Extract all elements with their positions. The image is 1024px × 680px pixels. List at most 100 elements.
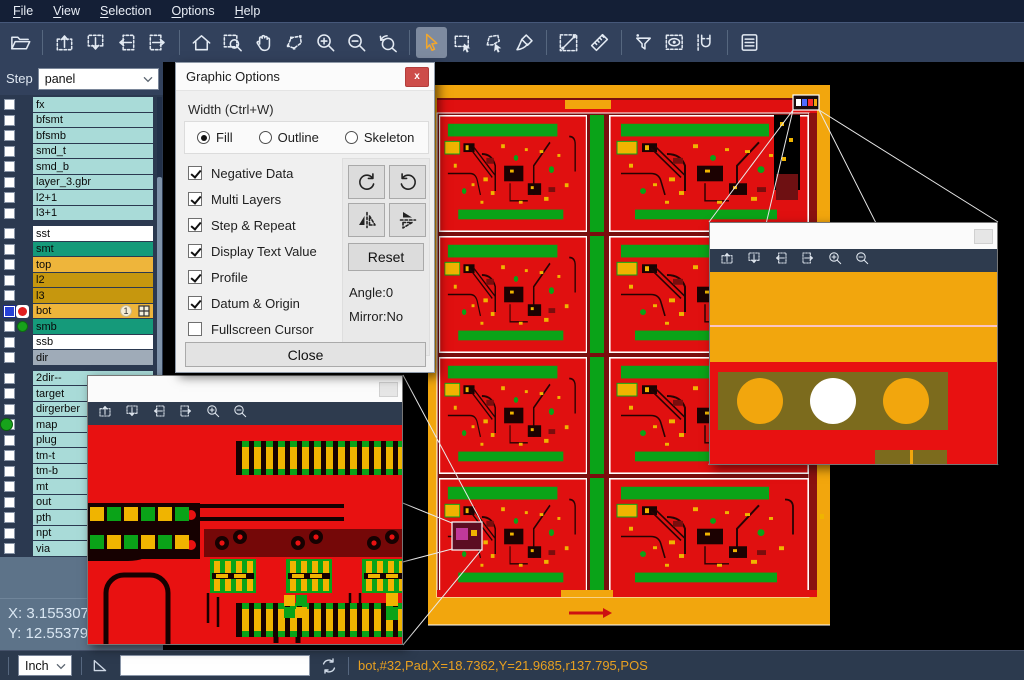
option-step-repeat[interactable]: Step & Repeat xyxy=(188,212,317,238)
layer-visibility-checkbox-l2[interactable] xyxy=(4,275,15,286)
layer-name-sst[interactable]: sst xyxy=(33,226,153,241)
toolbar-snap-button[interactable] xyxy=(690,27,721,58)
toolbar-select-rect-button[interactable] xyxy=(447,27,478,58)
layer-name-l2[interactable]: l2 xyxy=(33,273,153,288)
layer-visibility-checkbox-fx[interactable] xyxy=(4,99,15,110)
layer-visibility-checkbox-layer_3.gbr[interactable] xyxy=(4,177,15,188)
toolbar-measure-distance-button[interactable] xyxy=(553,27,584,58)
toolbar-select-polygon-button[interactable] xyxy=(478,27,509,58)
magnifier-window-left[interactable] xyxy=(87,375,403,645)
toolbar-pan-button[interactable] xyxy=(248,27,279,58)
checkbox[interactable] xyxy=(188,166,202,180)
magnifier-arrow-box-up-button[interactable] xyxy=(719,250,735,271)
layer-name-smt[interactable]: smt xyxy=(33,242,153,257)
layer-name-ssb[interactable]: ssb xyxy=(33,335,153,350)
radio-outline[interactable]: Outline xyxy=(259,130,319,145)
magnifier-arrow-box-down-button[interactable] xyxy=(746,250,762,271)
layer-visibility-checkbox-l3+1[interactable] xyxy=(4,208,15,219)
toolbar-clean-brush-button[interactable] xyxy=(509,27,540,58)
layer-name-smb[interactable]: smb xyxy=(33,319,153,334)
layer-row-smd_t[interactable]: smd_t xyxy=(0,144,163,159)
layer-visibility-checkbox-smt[interactable] xyxy=(4,244,15,255)
step-select[interactable]: panel xyxy=(38,68,159,90)
magnifier-zoom-in-button[interactable] xyxy=(205,403,221,424)
magnifier-arrow-box-up-button[interactable] xyxy=(97,403,113,424)
magnifier-title-bar[interactable] xyxy=(88,376,402,402)
checkbox[interactable] xyxy=(188,244,202,258)
layer-name-l2+1[interactable]: l2+1 xyxy=(33,190,153,205)
layer-visibility-checkbox-2dir--[interactable] xyxy=(4,373,15,384)
layer-row-smd_b[interactable]: smd_b xyxy=(0,159,163,174)
layer-visibility-checkbox-tm-t[interactable] xyxy=(4,450,15,461)
magnifier-window-right[interactable] xyxy=(709,222,998,465)
mirror-vertical-button[interactable] xyxy=(389,203,426,237)
layer-visibility-checkbox-l2+1[interactable] xyxy=(4,192,15,203)
layer-name-bfsmb[interactable]: bfsmb xyxy=(33,128,153,143)
magnifier-zoom-out-button[interactable] xyxy=(232,403,248,424)
toolbar-preview-button[interactable] xyxy=(659,27,690,58)
layer-row-bfsmt[interactable]: bfsmt xyxy=(0,113,163,128)
checkbox[interactable] xyxy=(188,322,202,336)
layer-visibility-checkbox-smb[interactable] xyxy=(4,321,15,332)
layer-visibility-checkbox-sst[interactable] xyxy=(4,228,15,239)
magnifier-arrow-box-left-button[interactable] xyxy=(151,403,167,424)
menu-help[interactable]: Help xyxy=(226,2,272,21)
checkbox[interactable] xyxy=(188,270,202,284)
layer-row-l3+1[interactable]: l3+1 xyxy=(0,206,163,221)
magnifier-arrow-box-right-button[interactable] xyxy=(178,403,194,424)
layer-name-smd_t[interactable]: smd_t xyxy=(33,144,153,159)
checkbox[interactable] xyxy=(188,296,202,310)
toolbar-layers-panel-button[interactable] xyxy=(734,27,765,58)
toolbar-move-left-button[interactable] xyxy=(111,27,142,58)
toolbar-move-right-button[interactable] xyxy=(142,27,173,58)
layer-row-l3[interactable]: l3 xyxy=(0,288,163,303)
toolbar-filter-button[interactable] xyxy=(628,27,659,58)
close-button[interactable]: Close xyxy=(185,342,426,367)
radio-fill[interactable]: Fill xyxy=(197,130,233,145)
layer-visibility-checkbox-top[interactable] xyxy=(4,259,15,270)
layer-name-bfsmt[interactable]: bfsmt xyxy=(33,113,153,128)
sync-icon[interactable] xyxy=(319,656,339,676)
layer-visibility-checkbox-pth[interactable] xyxy=(4,512,15,523)
layer-row-smt[interactable]: smt xyxy=(0,242,163,257)
layer-visibility-checkbox-bfsmt[interactable] xyxy=(4,115,15,126)
dialog-close-button[interactable]: x xyxy=(405,67,429,87)
option-profile[interactable]: Profile xyxy=(188,264,317,290)
layer-name-dir[interactable]: dir xyxy=(33,350,153,365)
radio-skeleton[interactable]: Skeleton xyxy=(345,130,415,145)
layer-visibility-checkbox-plug[interactable] xyxy=(4,435,15,446)
magnifier-zoom-out-button[interactable] xyxy=(854,250,870,271)
layer-name-fx[interactable]: fx xyxy=(33,97,153,112)
dialog-title-bar[interactable]: Graphic Options x xyxy=(176,63,434,91)
option-multi-layers[interactable]: Multi Layers xyxy=(188,186,317,212)
measure-corner-icon[interactable] xyxy=(91,656,111,676)
layer-row-l2[interactable]: l2 xyxy=(0,273,163,288)
layer-row-fx[interactable]: fx xyxy=(0,97,163,112)
magnifier-system-button[interactable] xyxy=(379,382,398,397)
checkbox[interactable] xyxy=(188,218,202,232)
layer-name-bot[interactable]: bot1 xyxy=(33,304,153,319)
toolbar-zoom-out-button[interactable] xyxy=(341,27,372,58)
layer-row-top[interactable]: top xyxy=(0,257,163,272)
toolbar-move-up-button[interactable] xyxy=(49,27,80,58)
layer-visibility-checkbox-smd_b[interactable] xyxy=(4,161,15,172)
layer-row-dir[interactable]: dir xyxy=(0,350,163,365)
layer-visibility-checkbox-mt[interactable] xyxy=(4,481,15,492)
magnifier-arrow-box-down-button[interactable] xyxy=(124,403,140,424)
magnifier-arrow-box-right-button[interactable] xyxy=(800,250,816,271)
option-negative-data[interactable]: Negative Data xyxy=(188,160,317,186)
rotate-ccw-button[interactable] xyxy=(389,165,426,199)
checkbox[interactable] xyxy=(188,192,202,206)
layer-visibility-checkbox-out[interactable] xyxy=(4,497,15,508)
layer-name-layer_3.gbr[interactable]: layer_3.gbr xyxy=(33,175,153,190)
menu-file[interactable]: File xyxy=(4,2,44,21)
toolbar-zoom-polygon-button[interactable] xyxy=(279,27,310,58)
layer-name-top[interactable]: top xyxy=(33,257,153,272)
magnifier-title-bar[interactable] xyxy=(710,223,997,249)
layer-row-bfsmb[interactable]: bfsmb xyxy=(0,128,163,143)
rotate-cw-button[interactable] xyxy=(348,165,385,199)
unit-select[interactable]: Inch xyxy=(18,655,72,676)
layer-row-l2+1[interactable]: l2+1 xyxy=(0,190,163,205)
magnifier-arrow-box-left-button[interactable] xyxy=(773,250,789,271)
layer-name-smd_b[interactable]: smd_b xyxy=(33,159,153,174)
